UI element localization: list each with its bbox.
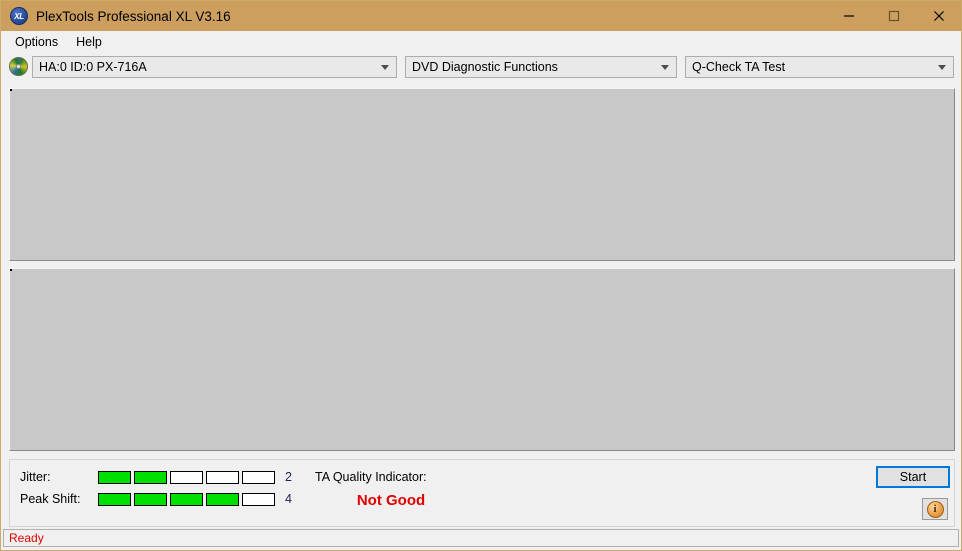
menu-item-options[interactable]: Options (7, 33, 66, 51)
ta-test-chart-top (9, 88, 955, 261)
minimize-icon[interactable] (826, 1, 871, 31)
chevron-down-icon (381, 65, 389, 70)
drive-select[interactable]: HA:0 ID:0 PX-716A (32, 56, 397, 78)
disc-icon (9, 57, 28, 76)
menu-item-help[interactable]: Help (68, 33, 110, 51)
meter-segment (242, 492, 275, 506)
test-select[interactable]: Q-Check TA Test (685, 56, 954, 78)
chevron-down-icon (938, 65, 946, 70)
plextools-window: XL PlexTools Professional XL V3.16 Optio… (0, 0, 962, 551)
meter-segment (242, 470, 275, 484)
xl-logo-icon: XL (10, 7, 28, 25)
menu-bar: Options Help (1, 31, 961, 53)
peak-shift-meter (98, 492, 275, 506)
peak-shift-row: Peak Shift: 4 (20, 492, 292, 506)
jitter-meter (98, 470, 275, 484)
function-select-value: DVD Diagnostic Functions (412, 60, 558, 74)
ta-quality-label: TA Quality Indicator: (315, 470, 427, 484)
meter-segment (98, 470, 131, 484)
meter-segment (206, 470, 239, 484)
meter-segment (170, 470, 203, 484)
meter-segment (170, 492, 203, 506)
info-icon: i (926, 500, 944, 518)
plot-area-top (10, 89, 12, 91)
toolbar: HA:0 ID:0 PX-716A DVD Diagnostic Functio… (1, 53, 961, 81)
info-button[interactable]: i (922, 498, 948, 520)
title-bar: XL PlexTools Professional XL V3.16 (1, 1, 961, 31)
results-panel: Jitter: 2 Peak Shift: 4 TA Quality Indic… (9, 459, 955, 527)
test-select-value: Q-Check TA Test (692, 60, 786, 74)
jitter-value: 2 (285, 470, 292, 484)
meter-segment (206, 492, 239, 506)
jitter-row: Jitter: 2 (20, 470, 292, 484)
peak-shift-value: 4 (285, 492, 292, 506)
window-controls (826, 1, 961, 31)
meter-segment (134, 492, 167, 506)
plot-area-bottom (10, 269, 12, 271)
ta-quality-block: TA Quality Indicator: Not Good (315, 470, 467, 509)
start-button[interactable]: Start (876, 466, 950, 488)
close-icon[interactable] (916, 1, 961, 31)
meter-segment (134, 470, 167, 484)
drive-select-value: HA:0 ID:0 PX-716A (39, 60, 147, 74)
chevron-down-icon (661, 65, 669, 70)
meter-segment (98, 492, 131, 506)
status-bar: Ready (3, 529, 959, 547)
ta-quality-value: Not Good (356, 492, 426, 509)
maximize-icon[interactable] (871, 1, 916, 31)
peak-shift-label: Peak Shift: (20, 492, 81, 506)
status-text: Ready (9, 531, 44, 545)
window-title: PlexTools Professional XL V3.16 (36, 8, 231, 24)
ta-test-chart-bottom (9, 268, 955, 451)
function-select[interactable]: DVD Diagnostic Functions (405, 56, 677, 78)
jitter-label: Jitter: (20, 470, 51, 484)
